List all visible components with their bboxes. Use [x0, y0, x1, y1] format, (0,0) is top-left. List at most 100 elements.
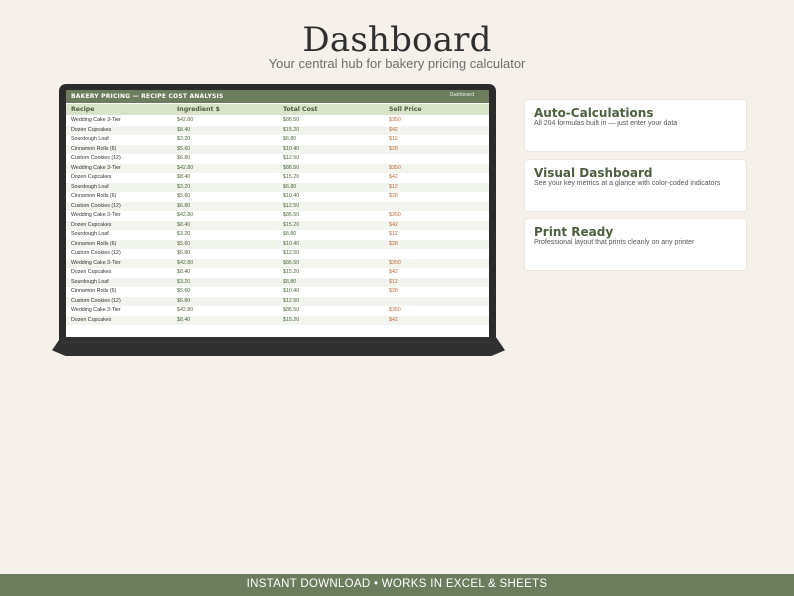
cell-ingredient[interactable]: $3.20 — [177, 136, 190, 142]
table-row[interactable]: Dozen Cupcakes $8.40 $15.20 $42 — [66, 173, 489, 183]
cell-sell-price[interactable]: $350 — [389, 165, 401, 171]
cell-ingredient[interactable]: $8.40 — [177, 127, 190, 133]
cell-sell-price[interactable]: $350 — [389, 212, 401, 218]
cell-total-cost[interactable]: $6.80 — [283, 231, 296, 237]
cell-sell-price[interactable]: $12 — [389, 136, 398, 142]
column-header-total-cost[interactable]: Total Cost — [283, 106, 318, 113]
cell-total-cost[interactable]: $10.40 — [283, 241, 299, 247]
table-row[interactable]: Sourdough Loaf $3.20 $6.80 $12 — [66, 182, 489, 192]
cell-recipe[interactable]: Wedding Cake 3-Tier — [71, 260, 121, 266]
table-row[interactable]: Cinnamon Rolls (6) $5.60 $10.40 $28 — [66, 192, 489, 202]
cell-sell-price[interactable]: $12 — [389, 184, 398, 190]
cell-ingredient[interactable]: $8.40 — [177, 222, 190, 228]
cell-total-cost[interactable]: $86.50 — [283, 117, 299, 123]
table-row[interactable]: Wedding Cake 3-Tier $42.80 $86.50 $350 — [66, 306, 489, 316]
cell-ingredient[interactable]: $6.80 — [177, 203, 190, 209]
cell-sell-price[interactable]: $350 — [389, 307, 401, 313]
cell-total-cost[interactable]: $86.50 — [283, 212, 299, 218]
cell-ingredient[interactable]: $42.80 — [177, 260, 193, 266]
cell-total-cost[interactable]: $12.50 — [283, 298, 299, 304]
cell-ingredient[interactable]: $5.60 — [177, 193, 190, 199]
cell-ingredient[interactable]: $6.80 — [177, 155, 190, 161]
cell-ingredient[interactable]: $42.80 — [177, 117, 193, 123]
cell-recipe[interactable]: Custom Cookies (12) — [71, 203, 121, 209]
cell-total-cost[interactable]: $15.20 — [283, 269, 299, 275]
cell-recipe[interactable]: Dozen Cupcakes — [71, 269, 111, 275]
cell-total-cost[interactable]: $12.50 — [283, 250, 299, 256]
cell-sell-price[interactable]: $42 — [389, 269, 398, 275]
cell-total-cost[interactable]: $86.50 — [283, 307, 299, 313]
cell-sell-price[interactable]: $350 — [389, 260, 401, 266]
cell-ingredient[interactable]: $5.60 — [177, 241, 190, 247]
cell-ingredient[interactable]: $6.80 — [177, 250, 190, 256]
table-row[interactable]: Cinnamon Rolls (6) $5.60 $10.40 $28 — [66, 239, 489, 249]
cell-sell-price[interactable]: $42 — [389, 127, 398, 133]
cell-sell-price[interactable]: $42 — [389, 222, 398, 228]
table-row[interactable]: Dozen Cupcakes $8.40 $15.20 $42 — [66, 220, 489, 230]
cell-total-cost[interactable]: $86.50 — [283, 165, 299, 171]
cell-ingredient[interactable]: $42.80 — [177, 165, 193, 171]
table-row[interactable]: Dozen Cupcakes $8.40 $15.20 $42 — [66, 125, 489, 135]
table-row[interactable]: Wedding Cake 3-Tier $42.80 $86.50 $350 — [66, 258, 489, 268]
cell-ingredient[interactable]: $3.20 — [177, 231, 190, 237]
cell-recipe[interactable]: Custom Cookies (12) — [71, 298, 121, 304]
table-row[interactable]: Wedding Cake 3-Tier $42.80 $86.50 $350 — [66, 211, 489, 221]
cell-total-cost[interactable]: $10.40 — [283, 193, 299, 199]
cell-recipe[interactable]: Sourdough Loaf — [71, 279, 109, 285]
sheet-tab-dashboard[interactable]: Dashboard — [450, 92, 474, 98]
cell-ingredient[interactable]: $8.40 — [177, 269, 190, 275]
cell-sell-price[interactable]: $28 — [389, 193, 398, 199]
cell-total-cost[interactable]: $6.80 — [283, 184, 296, 190]
cell-sell-price[interactable]: $12 — [389, 279, 398, 285]
cell-recipe[interactable]: Cinnamon Rolls (6) — [71, 241, 116, 247]
table-row[interactable]: Custom Cookies (12) $6.80 $12.50 — [66, 249, 489, 259]
cell-ingredient[interactable]: $5.60 — [177, 288, 190, 294]
cell-total-cost[interactable]: $12.50 — [283, 203, 299, 209]
cell-recipe[interactable]: Wedding Cake 3-Tier — [71, 307, 121, 313]
cell-recipe[interactable]: Cinnamon Rolls (6) — [71, 146, 116, 152]
table-row[interactable]: Custom Cookies (12) $6.80 $12.50 — [66, 154, 489, 164]
table-row[interactable]: Custom Cookies (12) $6.80 $12.50 — [66, 296, 489, 306]
cell-total-cost[interactable]: $86.50 — [283, 260, 299, 266]
cell-ingredient[interactable]: $3.20 — [177, 184, 190, 190]
cell-sell-price[interactable]: $28 — [389, 146, 398, 152]
cell-total-cost[interactable]: $12.50 — [283, 155, 299, 161]
cell-total-cost[interactable]: $10.40 — [283, 146, 299, 152]
cell-sell-price[interactable]: $28 — [389, 288, 398, 294]
cell-recipe[interactable]: Dozen Cupcakes — [71, 174, 111, 180]
cell-sell-price[interactable]: $12 — [389, 231, 398, 237]
column-header-sell-price[interactable]: Sell Price — [389, 106, 422, 113]
cell-recipe[interactable]: Custom Cookies (12) — [71, 155, 121, 161]
table-row[interactable]: Wedding Cake 3-Tier $42.80 $86.50 $350 — [66, 163, 489, 173]
cell-recipe[interactable]: Sourdough Loaf — [71, 184, 109, 190]
cell-ingredient[interactable]: $8.40 — [177, 174, 190, 180]
cell-recipe[interactable]: Custom Cookies (12) — [71, 250, 121, 256]
cell-sell-price[interactable]: $350 — [389, 117, 401, 123]
cell-sell-price[interactable]: $42 — [389, 174, 398, 180]
cell-recipe[interactable]: Dozen Cupcakes — [71, 222, 111, 228]
cell-recipe[interactable]: Wedding Cake 3-Tier — [71, 165, 121, 171]
cell-recipe[interactable]: Sourdough Loaf — [71, 231, 109, 237]
cell-sell-price[interactable]: $42 — [389, 317, 398, 323]
column-header-recipe[interactable]: Recipe — [71, 106, 94, 113]
table-row[interactable]: Sourdough Loaf $3.20 $6.80 $12 — [66, 277, 489, 287]
cell-total-cost[interactable]: $15.20 — [283, 317, 299, 323]
cell-total-cost[interactable]: $15.20 — [283, 222, 299, 228]
cell-total-cost[interactable]: $6.80 — [283, 279, 296, 285]
cell-recipe[interactable]: Cinnamon Rolls (6) — [71, 288, 116, 294]
table-row[interactable]: Dozen Cupcakes $8.40 $15.20 $42 — [66, 268, 489, 278]
cell-total-cost[interactable]: $15.20 — [283, 174, 299, 180]
cell-total-cost[interactable]: $10.40 — [283, 288, 299, 294]
cell-ingredient[interactable]: $42.80 — [177, 307, 193, 313]
cell-recipe[interactable]: Sourdough Loaf — [71, 136, 109, 142]
cell-recipe[interactable]: Wedding Cake 3-Tier — [71, 212, 121, 218]
cell-recipe[interactable]: Dozen Cupcakes — [71, 127, 111, 133]
table-row[interactable]: Custom Cookies (12) $6.80 $12.50 — [66, 201, 489, 211]
cell-ingredient[interactable]: $8.40 — [177, 317, 190, 323]
cell-recipe[interactable]: Dozen Cupcakes — [71, 317, 111, 323]
cell-total-cost[interactable]: $15.20 — [283, 127, 299, 133]
table-row[interactable]: Cinnamon Rolls (6) $5.60 $10.40 $28 — [66, 144, 489, 154]
cell-ingredient[interactable]: $3.20 — [177, 279, 190, 285]
cell-recipe[interactable]: Cinnamon Rolls (6) — [71, 193, 116, 199]
cell-recipe[interactable]: Wedding Cake 3-Tier — [71, 117, 121, 123]
